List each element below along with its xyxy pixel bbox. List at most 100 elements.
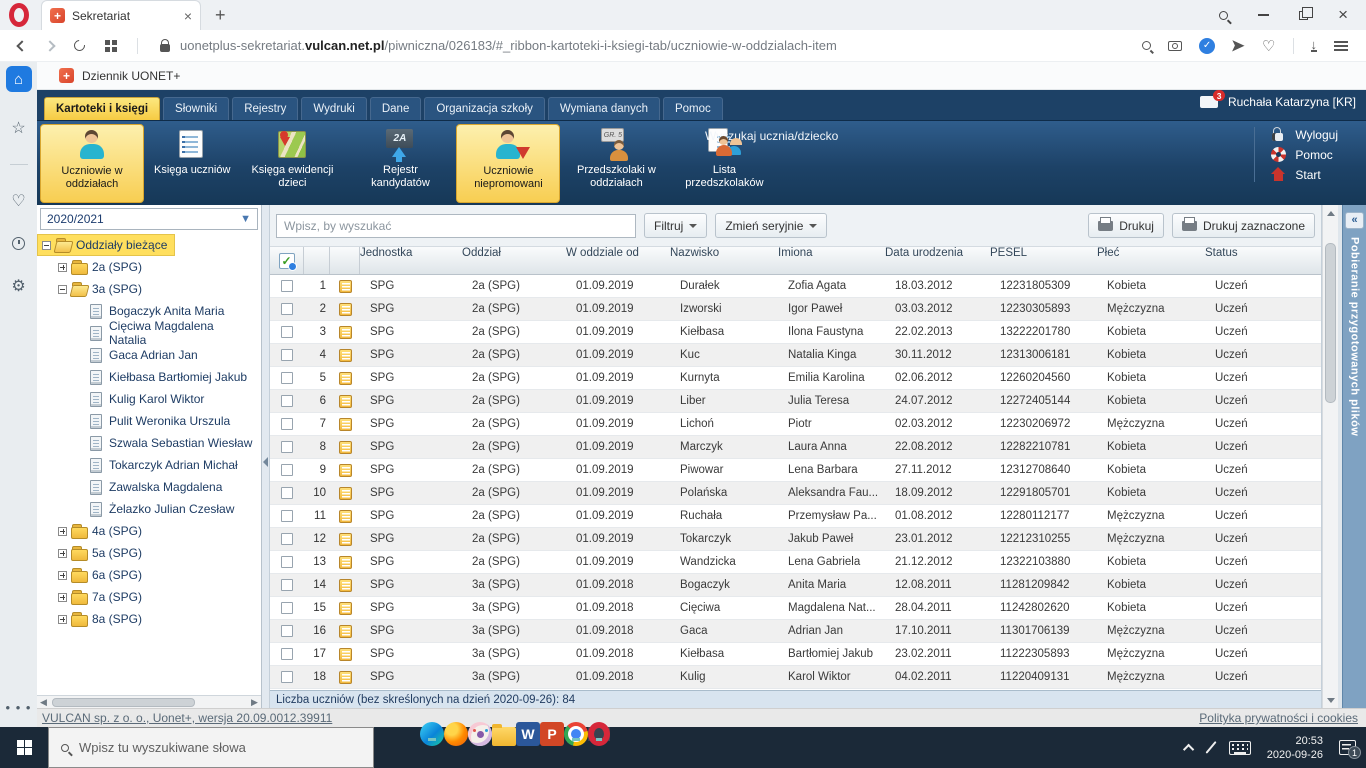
- tree-item[interactable]: 5a (SPG): [54, 542, 149, 564]
- student-card-icon[interactable]: [339, 533, 352, 546]
- ksiega-ewidencji-dzieci-button[interactable]: Księga ewidencji dzieci: [240, 124, 344, 203]
- student-card-icon[interactable]: [339, 418, 352, 431]
- table-row[interactable]: 17 SPG 3a (SPG) 01.09.2018 Kiełbasa Bart…: [270, 643, 1321, 666]
- tree-toggle-icon[interactable]: [58, 527, 67, 536]
- forward-icon[interactable]: [44, 40, 55, 51]
- tree-item[interactable]: Kulig Karol Wiktor: [71, 388, 211, 410]
- messages-icon[interactable]: 3: [1200, 96, 1218, 108]
- taskbar-clock[interactable]: 20:53 2020-09-26: [1267, 734, 1323, 762]
- tree-item[interactable]: Pulit Weronika Urszula: [71, 410, 237, 432]
- student-card-icon[interactable]: [339, 510, 352, 523]
- table-row[interactable]: 12 SPG 2a (SPG) 01.09.2019 Tokarczyk Jak…: [270, 528, 1321, 551]
- ribbon-tab[interactable]: Słowniki: [163, 97, 229, 120]
- ribbon-tab[interactable]: Wydruki: [301, 97, 366, 120]
- powerpoint-icon[interactable]: P: [540, 727, 564, 741]
- ribbon-tab[interactable]: Organizacja szkoły: [424, 97, 545, 120]
- print-selected-button[interactable]: Drukuj zaznaczone: [1172, 213, 1315, 238]
- sidebar-more-icon[interactable]: • • •: [6, 700, 32, 715]
- table-row[interactable]: 6 SPG 2a (SPG) 01.09.2019 Liber Julia Te…: [270, 390, 1321, 413]
- student-card-icon[interactable]: [339, 625, 352, 638]
- bookmarks-star-icon[interactable]: ☆: [11, 118, 25, 138]
- filter-button[interactable]: Filtruj: [644, 213, 707, 238]
- school-year-select[interactable]: 2020/2021 ▼: [40, 208, 258, 230]
- browser-tab[interactable]: + Sekretariat ×: [41, 0, 201, 30]
- opera-logo-icon[interactable]: [9, 3, 29, 27]
- back-icon[interactable]: [16, 40, 27, 51]
- collapse-sidebar-icon[interactable]: [263, 457, 268, 467]
- home-speed-dial-icon[interactable]: ⌂: [6, 66, 32, 92]
- tree-toggle-icon[interactable]: [58, 549, 67, 558]
- vpn-shield-icon[interactable]: ✓: [1199, 38, 1215, 54]
- row-checkbox[interactable]: [281, 326, 293, 338]
- row-checkbox[interactable]: [281, 602, 293, 614]
- row-checkbox[interactable]: [281, 349, 293, 361]
- start-menu-item[interactable]: Start: [1271, 167, 1338, 182]
- ribbon-tab[interactable]: Rejestry: [232, 97, 298, 120]
- tree-item[interactable]: 2a (SPG): [54, 256, 149, 278]
- tree-item[interactable]: 8a (SPG): [54, 608, 149, 630]
- column-header[interactable]: Nazwisko: [670, 247, 778, 274]
- table-search-input[interactable]: [276, 214, 636, 238]
- table-row[interactable]: 10 SPG 2a (SPG) 01.09.2019 Polańska Alek…: [270, 482, 1321, 505]
- row-checkbox[interactable]: [281, 487, 293, 499]
- student-card-icon[interactable]: [339, 579, 352, 592]
- chrome-icon[interactable]: [564, 727, 588, 741]
- scroll-right-icon[interactable]: ▶: [248, 696, 261, 708]
- favorites-heart-icon[interactable]: ♡: [11, 191, 25, 211]
- tree-item[interactable]: Cięciwa Magdalena Natalia: [71, 322, 261, 344]
- row-checkbox[interactable]: [281, 303, 293, 315]
- tree-item[interactable]: 7a (SPG): [54, 586, 149, 608]
- table-row[interactable]: 9 SPG 2a (SPG) 01.09.2019 Piwowar Lena B…: [270, 459, 1321, 482]
- panel-splitter[interactable]: [262, 205, 270, 708]
- lock-icon[interactable]: [160, 44, 170, 52]
- paint-icon[interactable]: [468, 727, 492, 741]
- taskbar-search[interactable]: Wpisz tu wyszukiwane słowa: [48, 727, 374, 768]
- tree-item[interactable]: Kiełbasa Bartłomiej Jakub: [71, 366, 254, 388]
- scrollbar-thumb[interactable]: [1325, 243, 1336, 403]
- table-row[interactable]: 11 SPG 2a (SPG) 01.09.2019 Ruchała Przem…: [270, 505, 1321, 528]
- przedszkolaki-w-oddzialach-button[interactable]: Przedszkolaki w oddziałach: [564, 124, 668, 203]
- url-field[interactable]: uonetplus-sekretariat.vulcan.net.pl/piwn…: [146, 38, 1142, 53]
- table-row[interactable]: 2 SPG 2a (SPG) 01.09.2019 Izworski Igor …: [270, 298, 1321, 321]
- rejestr-kandydatow-button[interactable]: Rejestr kandydatów: [348, 124, 452, 203]
- downloads-icon[interactable]: ↓: [1311, 39, 1318, 52]
- row-checkbox[interactable]: [281, 418, 293, 430]
- sidebar-horizontal-scrollbar[interactable]: ◀ ▶: [37, 695, 261, 708]
- table-row[interactable]: 16 SPG 3a (SPG) 01.09.2018 Gaca Adrian J…: [270, 620, 1321, 643]
- row-checkbox[interactable]: [281, 372, 293, 384]
- student-card-icon[interactable]: [339, 648, 352, 661]
- student-card-icon[interactable]: [339, 372, 352, 385]
- ribbon-tab[interactable]: Dane: [370, 97, 422, 120]
- tree-item[interactable]: Szwala Sebastian Wiesław: [71, 432, 259, 454]
- row-checkbox[interactable]: [281, 648, 293, 660]
- ribbon-tab[interactable]: Kartoteki i księgi: [44, 97, 160, 120]
- tree-toggle-icon[interactable]: [58, 593, 67, 602]
- table-row[interactable]: 14 SPG 3a (SPG) 01.09.2018 Bogaczyk Anit…: [270, 574, 1321, 597]
- table-row[interactable]: 13 SPG 2a (SPG) 01.09.2019 Wandzicka Len…: [270, 551, 1321, 574]
- row-checkbox[interactable]: [281, 533, 293, 545]
- action-center-icon[interactable]: 1: [1339, 740, 1356, 755]
- row-checkbox[interactable]: [281, 395, 293, 407]
- student-card-icon[interactable]: [339, 441, 352, 454]
- column-header[interactable]: Jednostka: [360, 247, 462, 274]
- firefox-icon[interactable]: [444, 727, 468, 741]
- speed-dial-icon[interactable]: [105, 40, 117, 52]
- reload-icon[interactable]: [72, 38, 87, 53]
- logged-user-name[interactable]: Ruchała Katarzyna [KR]: [1228, 95, 1356, 109]
- scroll-up-icon[interactable]: [1323, 205, 1339, 221]
- row-checkbox[interactable]: [281, 556, 293, 568]
- uczniowie-w-oddzialach-button[interactable]: Uczniowie w oddziałach: [40, 124, 144, 203]
- close-icon[interactable]: ×: [1338, 5, 1348, 25]
- scroll-left-icon[interactable]: ◀: [37, 696, 50, 708]
- ribbon-tab[interactable]: Pomoc: [663, 97, 723, 120]
- tree-item[interactable]: Oddziały bieżące: [37, 234, 175, 256]
- student-card-icon[interactable]: [339, 395, 352, 408]
- uczniowie-niepromowani-button[interactable]: Uczniowie niepromowani: [456, 124, 560, 203]
- student-card-icon[interactable]: [339, 326, 352, 339]
- settings-gear-icon[interactable]: ⚙: [11, 276, 25, 296]
- tree-item[interactable]: 3a (SPG): [54, 278, 149, 300]
- table-row[interactable]: 1 SPG 2a (SPG) 01.09.2019 Durałek Zofia …: [270, 275, 1321, 298]
- row-checkbox[interactable]: [281, 579, 293, 591]
- student-card-icon[interactable]: [339, 671, 352, 684]
- table-vertical-scrollbar[interactable]: [1322, 205, 1338, 708]
